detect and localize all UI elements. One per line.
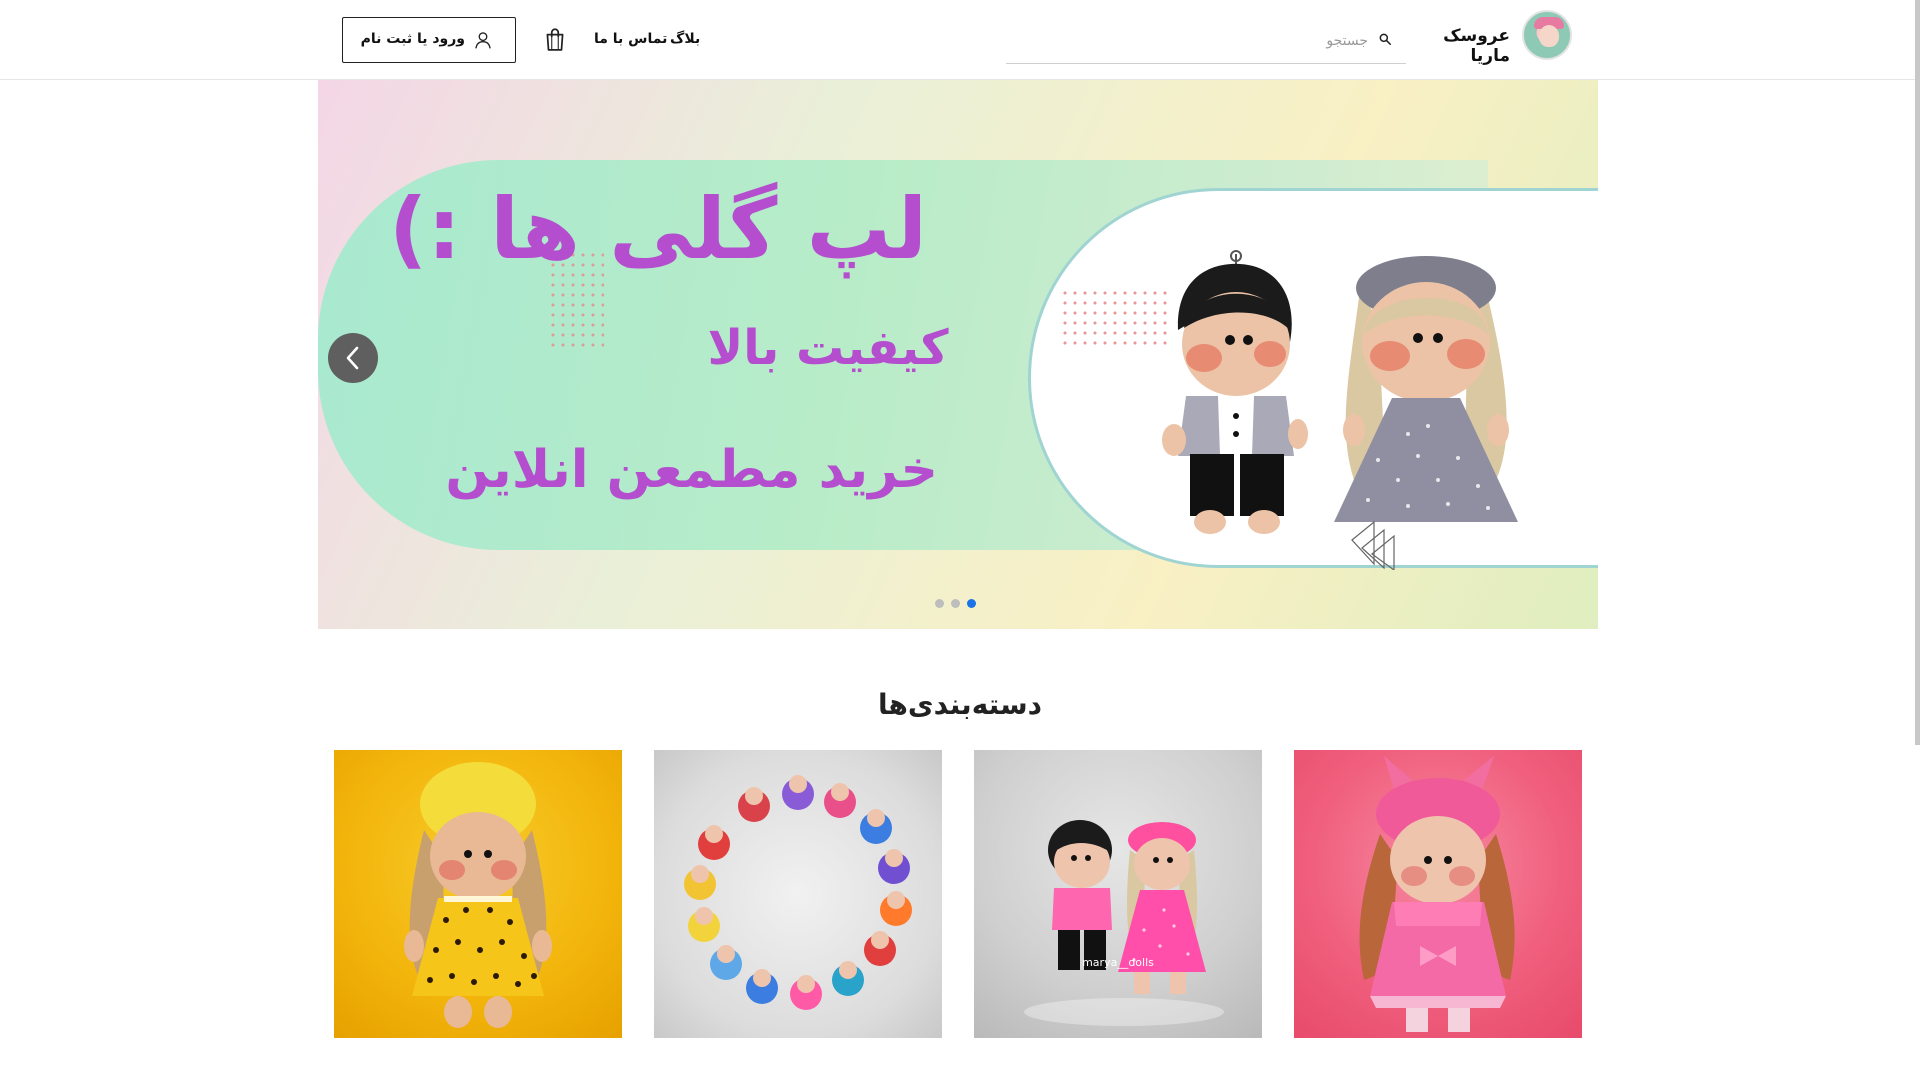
category-card[interactable] bbox=[654, 750, 942, 1038]
slider-dot-3-active[interactable] bbox=[967, 599, 976, 608]
hero-subtitle-online: خرید مطمعن انلاین bbox=[445, 440, 938, 500]
categories-title: دسته‌بندی‌ها bbox=[877, 688, 1043, 721]
slider-dot-1[interactable] bbox=[935, 599, 944, 608]
search-input[interactable] bbox=[1030, 28, 1370, 54]
nav-link-contact[interactable]: تماس با ما bbox=[594, 31, 667, 47]
category-card[interactable] bbox=[1294, 750, 1582, 1038]
category-card[interactable]: marya__dolls bbox=[974, 750, 1262, 1038]
hero-title: لپ گلی ها :) bbox=[388, 180, 928, 278]
search-box[interactable] bbox=[1006, 22, 1406, 64]
chevron-right-icon bbox=[1557, 346, 1570, 370]
login-register-button[interactable]: ورود یا ثبت نام bbox=[342, 17, 516, 63]
slider-dot-2[interactable] bbox=[951, 599, 960, 608]
category-card[interactable] bbox=[334, 750, 622, 1038]
two-dolls-image: marya__dolls bbox=[1024, 820, 1224, 1026]
site-header: عروسک ماریا بلاگ تماس با ما ورود یا ثبت … bbox=[0, 0, 1915, 80]
login-register-label: ورود یا ثبت نام bbox=[360, 31, 465, 47]
logo-face-icon bbox=[1539, 25, 1559, 47]
doll-girl-illustration bbox=[1334, 256, 1518, 522]
hero-slider[interactable]: لپ گلی ها :) کیفیت بالا خرید مطمعن انلای… bbox=[318, 80, 1598, 629]
slider-next-button[interactable] bbox=[1538, 333, 1588, 383]
chevron-left-icon bbox=[346, 346, 359, 370]
mini-dolls-ring-image bbox=[684, 775, 912, 1010]
brand-logo[interactable] bbox=[1522, 10, 1572, 60]
yellow-doll-image bbox=[404, 762, 552, 1028]
card-watermark: marya__dolls bbox=[1082, 956, 1154, 969]
slider-prev-button[interactable] bbox=[328, 333, 378, 383]
shopping-bag-icon[interactable] bbox=[542, 26, 568, 52]
hero-subtitle-quality: کیفیت بالا bbox=[707, 320, 949, 376]
triangle-line-decoration bbox=[1351, 520, 1395, 570]
doll-boy-illustration bbox=[1162, 250, 1308, 534]
user-icon bbox=[475, 32, 491, 49]
brand-name[interactable]: عروسک ماریا bbox=[1420, 26, 1510, 66]
page-scrollbar[interactable] bbox=[1915, 0, 1920, 745]
slider-pagination bbox=[935, 599, 983, 609]
pink-doll-image bbox=[1359, 756, 1515, 1032]
search-icon[interactable] bbox=[1378, 32, 1392, 46]
nav-link-blog[interactable]: بلاگ bbox=[670, 31, 700, 47]
